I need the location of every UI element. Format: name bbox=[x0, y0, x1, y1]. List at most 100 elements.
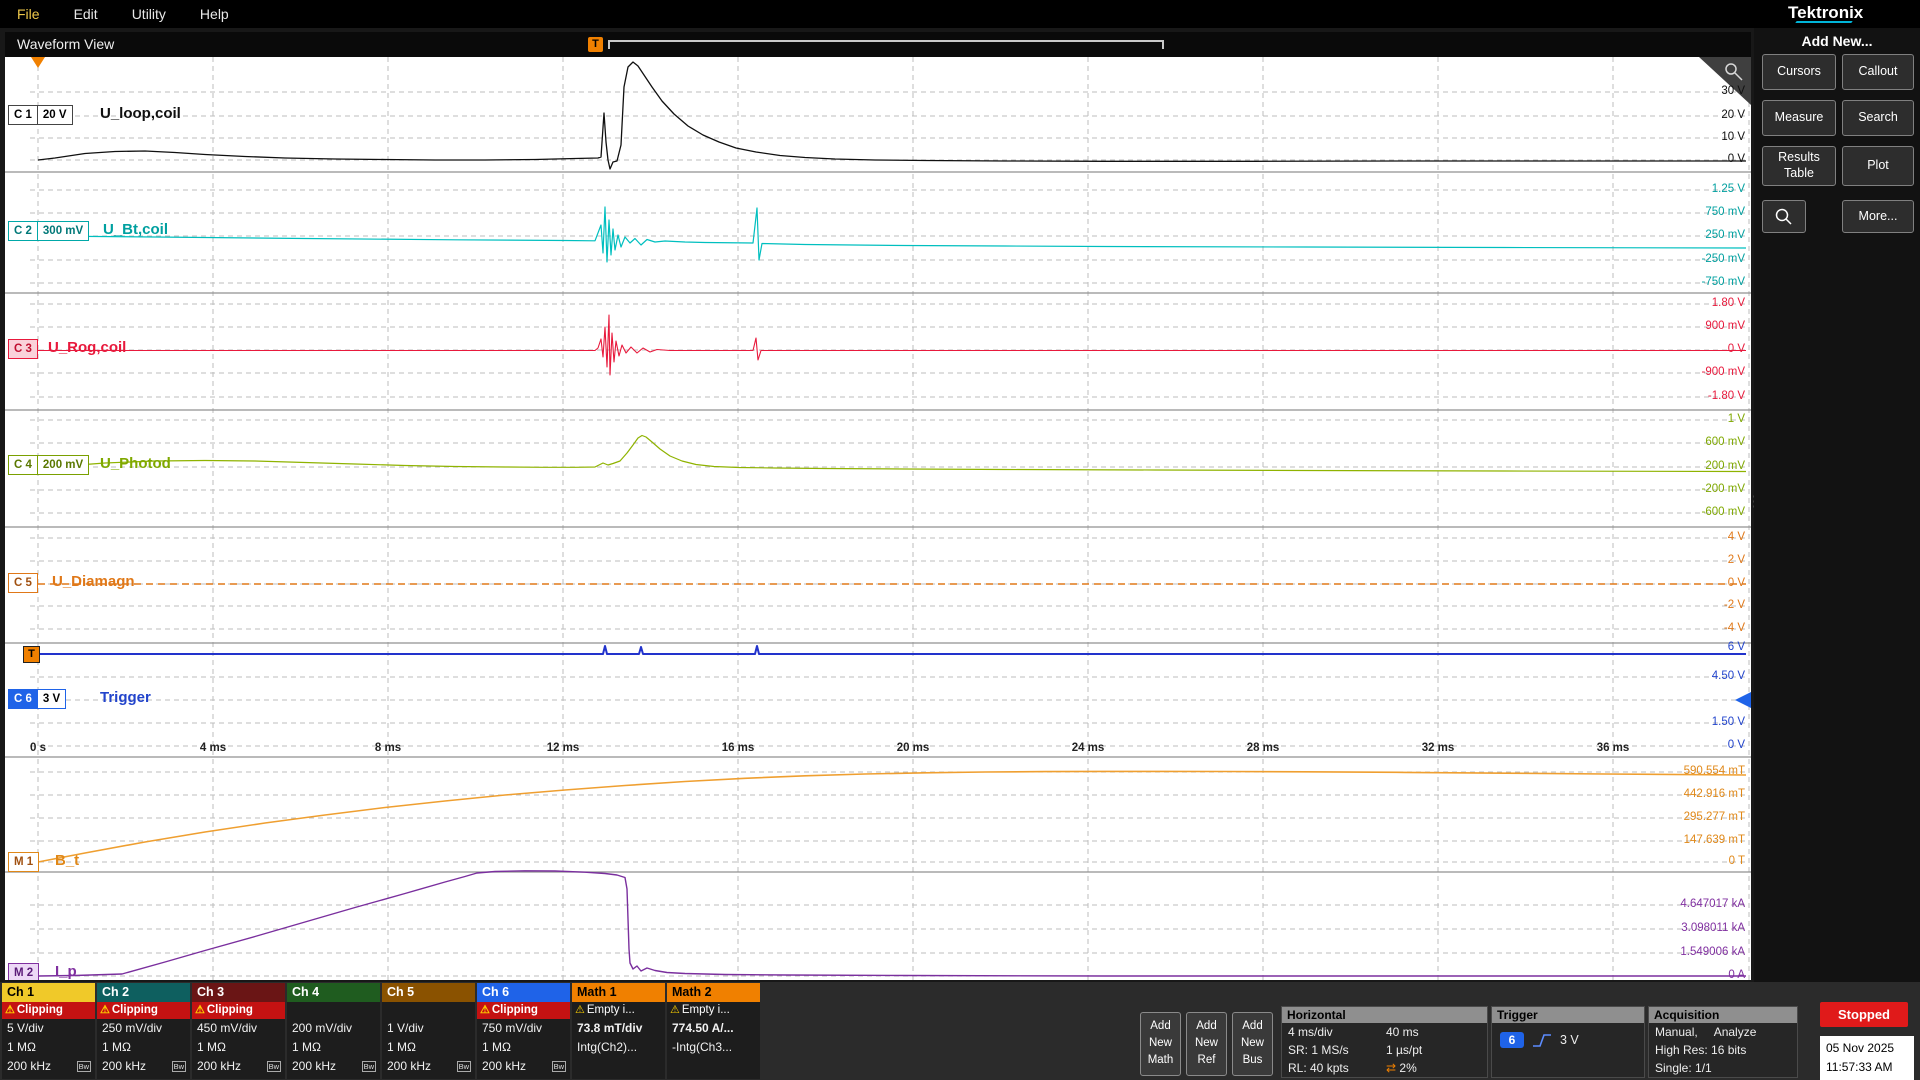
footer-badge-ch1[interactable]: Ch 1⚠Clipping5 V/div1 MΩ200 kHzBw bbox=[2, 983, 95, 1079]
waveform-plot[interactable]: T 30 V20 V10 V0 V1.25 V750 mV250 mV-250 … bbox=[5, 57, 1751, 980]
channel-badge-segment: C 5 bbox=[8, 573, 38, 593]
add-new-ref-button[interactable]: AddNewRef bbox=[1186, 1012, 1227, 1076]
trigger-level-value: 3 V bbox=[1560, 1033, 1579, 1047]
channel-name: U_Rog,coil bbox=[48, 339, 126, 356]
add-new-bus-button[interactable]: AddNewBus bbox=[1232, 1012, 1273, 1076]
time-axis-label: 8 ms bbox=[366, 742, 410, 754]
badge-row-text: 1 MΩ bbox=[477, 1038, 570, 1057]
badge-row-text: 200 mV/div bbox=[287, 1019, 380, 1038]
channel-badge-segment: 3 V bbox=[37, 689, 66, 709]
scale-label: 442.916 mT bbox=[1684, 788, 1745, 800]
results-table-button[interactable]: Results Table bbox=[1762, 146, 1836, 186]
time-text: 11:57:33 AM bbox=[1826, 1058, 1914, 1077]
footer-badge-ch5[interactable]: Ch 51 V/div1 MΩ200 kHzBw bbox=[382, 983, 475, 1079]
scale-label: 2 V bbox=[1728, 554, 1745, 566]
magnifier-icon bbox=[1774, 207, 1794, 227]
time-axis-label: 12 ms bbox=[541, 742, 585, 754]
menu-file[interactable]: File bbox=[0, 0, 57, 28]
footer-badge-tab: Ch 5 bbox=[382, 983, 475, 1002]
scale-label: 250 mV bbox=[1705, 229, 1745, 241]
badge-alert bbox=[382, 1002, 475, 1019]
footer-badge-math2[interactable]: Math 2⚠Empty i...774.50 A/...-Intg(Ch3..… bbox=[667, 983, 760, 1079]
trigger-panel-title: Trigger bbox=[1492, 1007, 1644, 1023]
add-new-math-button[interactable]: AddNewMath bbox=[1140, 1012, 1181, 1076]
warning-icon: ⚠ bbox=[670, 1004, 680, 1016]
zoom-options-button[interactable] bbox=[1762, 200, 1806, 233]
channel-badge[interactable]: C 4200 mV bbox=[8, 455, 89, 475]
acquisition-window-bracket[interactable] bbox=[608, 40, 1164, 49]
channel-badge[interactable]: C 2300 mV bbox=[8, 221, 89, 241]
acquisition-panel[interactable]: Acquisition Manual,AnalyzeHigh Res: 16 b… bbox=[1648, 1006, 1798, 1078]
ch4-trace bbox=[38, 436, 1746, 472]
measure-button[interactable]: Measure bbox=[1762, 100, 1836, 136]
footer-badge-tab: Ch 3 bbox=[192, 983, 285, 1002]
footer-badge-ch6[interactable]: Ch 6⚠Clipping750 mV/div1 MΩ200 kHzBw bbox=[477, 983, 570, 1079]
trigger-source-badge[interactable]: T bbox=[23, 646, 40, 663]
scale-label: 1.80 V bbox=[1712, 297, 1745, 309]
trigger-level-marker[interactable] bbox=[1735, 692, 1751, 708]
footer-badge-math1[interactable]: Math 1⚠Empty i...73.8 mT/divIntg(Ch2)... bbox=[572, 983, 665, 1079]
run-stop-status[interactable]: Stopped bbox=[1820, 1002, 1908, 1027]
channel-badge[interactable]: C 3 bbox=[8, 339, 38, 359]
badge-row-text: 1 V/div bbox=[382, 1019, 475, 1038]
channel-badge-segment: C 1 bbox=[8, 105, 38, 125]
warning-icon: ⚠ bbox=[195, 1004, 205, 1016]
scale-label: 0 V bbox=[1728, 739, 1745, 751]
search-button[interactable]: Search bbox=[1842, 100, 1914, 136]
scale-label: 10 V bbox=[1721, 131, 1745, 143]
badge-row-text: 1 MΩ bbox=[2, 1038, 95, 1057]
scale-label: -900 mV bbox=[1702, 366, 1745, 378]
channel-badge-segment: C 2 bbox=[8, 221, 38, 241]
scale-label: 0 V bbox=[1728, 153, 1745, 165]
menu-help[interactable]: Help bbox=[183, 0, 246, 28]
footer-badge-ch2[interactable]: Ch 2⚠Clipping250 mV/div1 MΩ200 kHzBw bbox=[97, 983, 190, 1079]
trigger-panel[interactable]: Trigger 6 3 V bbox=[1491, 1006, 1645, 1078]
tektronix-logo: Tektronix bbox=[1788, 3, 1863, 23]
warning-icon: ⚠ bbox=[480, 1004, 490, 1016]
channel-badge-segment: C 4 bbox=[8, 455, 38, 475]
scale-label: 4.647017 kA bbox=[1680, 898, 1745, 910]
bandwidth-limit-icon: Bw bbox=[77, 1061, 91, 1072]
footer-badge-ch4[interactable]: Ch 4200 mV/div1 MΩ200 kHzBw bbox=[287, 983, 380, 1079]
badge-row-text: 5 V/div bbox=[2, 1019, 95, 1038]
channel-badge-segment: C 3 bbox=[8, 339, 38, 359]
ch2-trace bbox=[38, 207, 1746, 262]
bandwidth-limit-icon: Bw bbox=[457, 1061, 471, 1072]
channel-badge[interactable]: M 1 bbox=[8, 852, 39, 872]
channel-badge-segment: C 6 bbox=[8, 689, 38, 709]
scale-label: -4 V bbox=[1724, 622, 1745, 634]
warning-icon: ⚠ bbox=[100, 1004, 110, 1016]
menu-utility[interactable]: Utility bbox=[115, 0, 183, 28]
badge-row-text: 750 mV/div bbox=[477, 1019, 570, 1038]
scale-label: 295.277 mT bbox=[1684, 811, 1745, 823]
menu-edit[interactable]: Edit bbox=[57, 0, 115, 28]
plot-button[interactable]: Plot bbox=[1842, 146, 1914, 186]
time-axis-label: 24 ms bbox=[1066, 742, 1110, 754]
callout-button[interactable]: Callout bbox=[1842, 54, 1914, 90]
channel-badge[interactable]: C 120 V bbox=[8, 105, 73, 125]
channel-badge[interactable]: M 2 bbox=[8, 963, 39, 980]
badge-row-text: 73.8 mT/div bbox=[572, 1019, 665, 1038]
time-axis-label: 4 ms bbox=[191, 742, 235, 754]
footer-bar: Ch 1⚠Clipping5 V/div1 MΩ200 kHzBwCh 2⚠Cl… bbox=[0, 982, 1920, 1080]
channel-badge-segment: M 1 bbox=[8, 852, 39, 872]
channel-badge[interactable]: C 63 V bbox=[8, 689, 66, 709]
time-axis-label: 16 ms bbox=[716, 742, 760, 754]
trigger-position-marker[interactable] bbox=[31, 57, 45, 68]
cursors-button[interactable]: Cursors bbox=[1762, 54, 1836, 90]
more-button[interactable]: More... bbox=[1842, 200, 1914, 233]
footer-badge-ch3[interactable]: Ch 3⚠Clipping450 mV/div1 MΩ200 kHzBw bbox=[192, 983, 285, 1079]
time-axis-label: 32 ms bbox=[1416, 742, 1460, 754]
badge-row-text: 200 kHzBw bbox=[2, 1057, 95, 1076]
badge-row-text: 200 kHzBw bbox=[97, 1057, 190, 1076]
trigger-source-indicator: 6 bbox=[1500, 1032, 1524, 1048]
datetime-display: 05 Nov 2025 11:57:33 AM bbox=[1820, 1036, 1914, 1080]
channel-badge[interactable]: C 5 bbox=[8, 573, 38, 593]
scale-label: 20 V bbox=[1721, 109, 1745, 121]
horizontal-position-icon[interactable]: T bbox=[588, 37, 603, 52]
scale-label: 1.549006 kA bbox=[1680, 946, 1745, 958]
channel-name: U_Bt,coil bbox=[103, 221, 168, 238]
zoom-corner-handle[interactable] bbox=[1699, 57, 1751, 105]
horizontal-panel[interactable]: Horizontal 4 ms/div40 msSR: 1 MS/s1 µs/p… bbox=[1281, 1006, 1488, 1078]
scale-label: -750 mV bbox=[1702, 276, 1745, 288]
